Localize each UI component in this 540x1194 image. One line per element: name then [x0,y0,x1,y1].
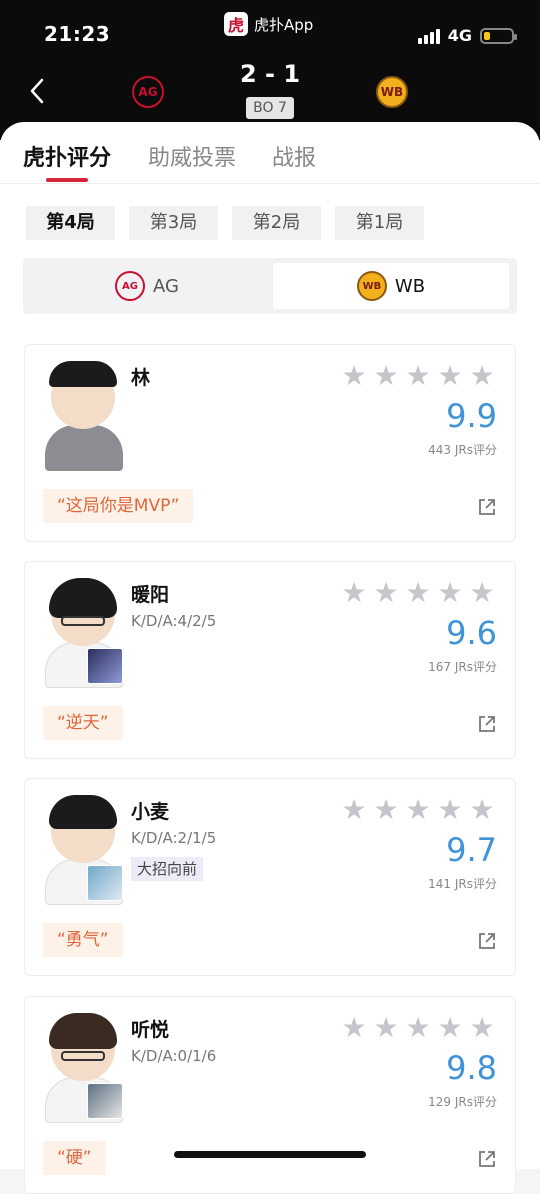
player-card[interactable]: 听悦 K/D/A:0/1/6 ★ ★ ★ ★ ★ 9.8 129 JRs评分 “… [24,996,516,1194]
team-toggle: AG AG WB WB [23,258,517,314]
player-name: 小麦 [131,801,170,823]
rating-count: 129 JRs评分 [428,1095,497,1109]
player-name: 暖阳 [131,584,170,606]
share-icon[interactable] [477,497,497,517]
star-icon[interactable]: ★ [469,579,495,607]
star-icon[interactable]: ★ [469,362,495,390]
status-indicators: 4G [417,26,517,45]
app-logo-icon: 虎 [224,12,248,36]
home-indicator[interactable] [174,1151,366,1158]
rating-stars[interactable]: ★ ★ ★ ★ ★ [341,1014,495,1042]
network-type: 4G [447,26,472,45]
star-icon[interactable]: ★ [373,796,399,824]
share-icon[interactable] [477,714,497,734]
team-toggle-wb[interactable]: WB WB [273,263,509,309]
game-4-button[interactable]: 第4局 [26,206,115,240]
star-icon[interactable]: ★ [405,1014,431,1042]
status-time: 21:23 [44,22,111,46]
rating-stars[interactable]: ★ ★ ★ ★ ★ [341,579,495,607]
player-kda: K/D/A:0/1/6 [131,1047,217,1065]
rating-stars[interactable]: ★ ★ ★ ★ ★ [341,796,495,824]
player-rating: 9.7 [446,831,497,869]
team-right-logo[interactable]: WB [376,76,408,108]
star-icon[interactable]: ★ [373,1014,399,1042]
player-card[interactable]: 小麦 K/D/A:2/1/5 大招向前 ★ ★ ★ ★ ★ 9.7 141 JR… [24,778,516,976]
player-avatar [45,576,123,688]
rating-count: 141 JRs评分 [428,877,497,891]
game-2-button[interactable]: 第2局 [232,206,321,240]
star-icon[interactable]: ★ [437,579,463,607]
hero-icon [87,1083,123,1119]
match-header: 21:23 虎 虎扑App 4G AG 2 - 1 BO 7 WB [0,0,540,140]
star-icon[interactable]: ★ [405,579,431,607]
hero-icon [87,865,123,901]
game-3-button[interactable]: 第3局 [129,206,218,240]
player-avatar [45,1011,123,1123]
battery-icon [480,27,517,44]
rating-stars[interactable]: ★ ★ ★ ★ ★ [341,362,495,390]
tab-cheer-vote[interactable]: 助威投票 [148,140,236,172]
player-card[interactable]: 林 ★ ★ ★ ★ ★ 9.9 443 JRs评分 “这局你是MVP” [24,344,516,542]
player-name: 听悦 [131,1019,170,1041]
star-icon[interactable]: ★ [373,579,399,607]
tab-active-indicator [46,178,88,182]
tab-hupu-rating[interactable]: 虎扑评分 [23,140,111,172]
star-icon[interactable]: ★ [405,362,431,390]
share-icon[interactable] [477,1149,497,1169]
top-comment[interactable]: “逆天” [43,706,123,740]
rating-count: 443 JRs评分 [428,443,497,457]
team-toggle-ag[interactable]: AG AG [29,263,265,309]
player-rating: 9.6 [446,614,497,652]
star-icon[interactable]: ★ [437,1014,463,1042]
top-comment[interactable]: “勇气” [43,923,123,957]
ag-logo-icon: AG [115,271,146,301]
tab-report[interactable]: 战报 [272,140,316,172]
player-rating: 9.8 [446,1049,497,1087]
player-kda: K/D/A:4/2/5 [131,612,217,630]
app-badge[interactable]: 虎 虎扑App [224,12,313,36]
player-avatar [45,359,123,471]
star-icon[interactable]: ★ [341,579,367,607]
player-kda: K/D/A:2/1/5 [131,829,217,847]
star-icon[interactable]: ★ [469,796,495,824]
team-toggle-label: AG [153,275,179,297]
wb-logo-icon: WB [356,271,387,301]
star-icon[interactable]: ★ [341,1014,367,1042]
team-toggle-label: WB [394,275,426,297]
match-format-badge: BO 7 [246,97,294,119]
player-rating: 9.9 [446,397,497,435]
star-icon[interactable]: ★ [469,1014,495,1042]
player-name: 林 [131,367,151,389]
hero-icon [87,648,123,684]
star-icon[interactable]: ★ [437,796,463,824]
player-tag: 大招向前 [131,857,204,881]
player-avatar [45,793,123,905]
app-name: 虎扑App [254,15,314,34]
game-selector: 第4局 第3局 第2局 第1局 [26,206,424,240]
share-icon[interactable] [477,931,497,951]
star-icon[interactable]: ★ [341,362,367,390]
tab-bar: 虎扑评分 助威投票 战报 [0,122,540,184]
signal-icon [417,28,440,44]
game-1-button[interactable]: 第1局 [335,206,424,240]
star-icon[interactable]: ★ [405,796,431,824]
star-icon[interactable]: ★ [437,362,463,390]
star-icon[interactable]: ★ [373,362,399,390]
rating-count: 167 JRs评分 [428,660,497,674]
player-card[interactable]: 暖阳 K/D/A:4/2/5 ★ ★ ★ ★ ★ 9.6 167 JRs评分 “… [24,561,516,759]
match-score: 2 - 1 [239,60,301,88]
top-comment[interactable]: “硬” [43,1141,106,1175]
top-comment[interactable]: “这局你是MVP” [43,489,194,523]
star-icon[interactable]: ★ [341,796,367,824]
